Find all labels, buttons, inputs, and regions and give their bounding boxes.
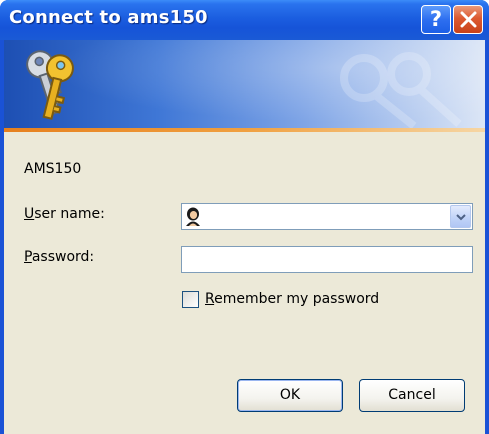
password-label: Password: (24, 249, 95, 265)
server-name-label: AMS150 (24, 161, 82, 177)
close-icon (460, 11, 477, 28)
remember-password-label[interactable]: Remember my password (205, 291, 379, 307)
username-label: User name: (24, 206, 105, 222)
title-bar[interactable]: Connect to ams150 ? (0, 0, 489, 40)
user-icon (186, 207, 200, 226)
password-input[interactable] (181, 246, 473, 273)
username-dropdown-button[interactable] (450, 205, 471, 228)
chevron-down-icon (456, 214, 466, 221)
help-button[interactable]: ? (421, 5, 451, 34)
ok-button[interactable]: OK (237, 379, 343, 412)
connect-dialog: Connect to ams150 ? AMS150 User name: Pa… (0, 0, 489, 434)
keys-icon (26, 50, 74, 120)
help-icon: ? (429, 7, 443, 31)
username-combobox[interactable] (181, 203, 473, 230)
window-title: Connect to ams150 (9, 7, 208, 28)
keys-watermark-icon (340, 52, 462, 128)
cancel-button[interactable]: Cancel (359, 379, 465, 412)
dialog-body: AMS150 User name: Password: Remember my … (4, 40, 485, 434)
banner-accent-stripe (4, 128, 485, 132)
close-button[interactable] (453, 5, 483, 34)
checkbox-box[interactable] (182, 291, 199, 308)
banner (4, 40, 485, 132)
